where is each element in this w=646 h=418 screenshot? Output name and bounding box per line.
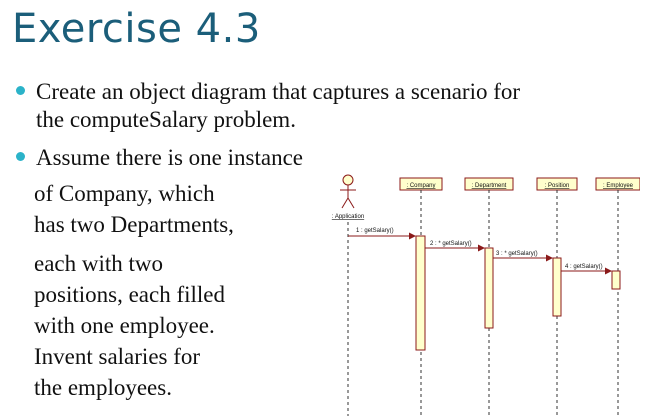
bullet-1: Create an object diagram that captures a… [16, 78, 636, 134]
activation-position [552, 257, 562, 317]
lifelines [347, 190, 619, 416]
slide-title: Exercise 4.3 [12, 6, 261, 52]
bullet-1-line-2: the computeSalary problem. [36, 107, 296, 132]
actor-icon [340, 174, 356, 209]
continuation-line: has two Departments, [34, 212, 234, 237]
object-label: : Employee [603, 183, 634, 189]
continuation-line: with one employee. [34, 313, 215, 338]
bullet-dot-icon [16, 152, 25, 161]
continuation-line: each with two [34, 251, 164, 276]
message-label-4: 4 : getSalary() [565, 264, 603, 270]
message-label-3: 3 : * getSalary() [496, 251, 538, 257]
activation-company [415, 235, 426, 351]
object-company: : Company [399, 177, 443, 191]
object-department: : Department [464, 177, 514, 191]
object-label: : Position [545, 183, 570, 189]
continuation-line: the employees. [34, 375, 172, 400]
continuation-line: of Company, which [34, 181, 215, 206]
continuation-line: Invent salaries for [34, 344, 201, 369]
sequence-diagram: : Application : Company : Department : P… [332, 174, 640, 416]
activation-employee [611, 270, 621, 290]
object-label: : Company [406, 183, 435, 189]
object-position: : Position [536, 177, 578, 191]
message-label-2: 2 : * getSalary() [430, 241, 472, 247]
actor-label: : Application [332, 214, 364, 220]
bullet-dot-icon [16, 86, 25, 95]
object-employee: : Employee [595, 177, 640, 191]
activation-department [484, 247, 494, 329]
message-label-1: 1 : getSalary() [356, 228, 394, 234]
continuation-block-2: each with two positions, each filled wit… [34, 248, 294, 403]
bullet-1-line-1: Create an object diagram that captures a… [36, 79, 521, 104]
object-label: : Department [472, 183, 507, 189]
continuation-line: positions, each filled [34, 282, 225, 307]
continuation-block-1: of Company, which has two Departments, [34, 178, 294, 240]
